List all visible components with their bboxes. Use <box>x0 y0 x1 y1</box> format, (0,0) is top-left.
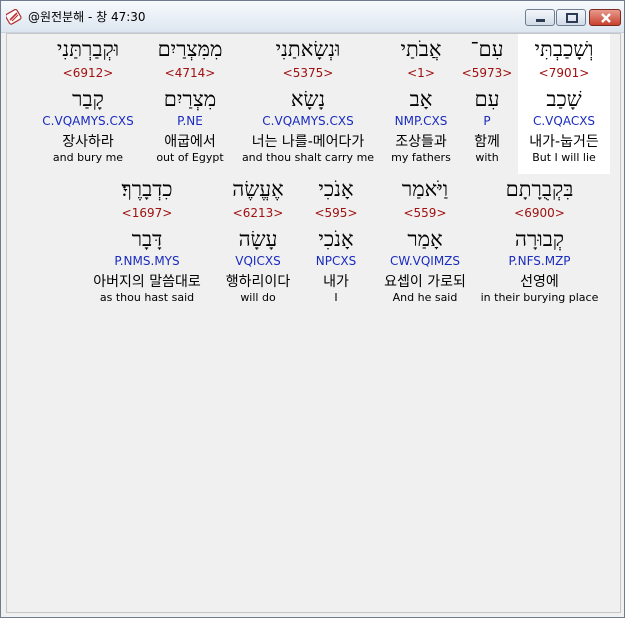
word-cell[interactable]: וּקְבַרְתַּנִי <6912> קָבַר C.VQAMYS.CXS… <box>37 34 139 174</box>
hebrew-lemma: קְבוּרָה <box>514 227 565 251</box>
korean-gloss: 선영에 <box>520 274 559 290</box>
word-cell[interactable]: בִּקְבֻרָתָם <6900> קְבוּרָה P.NFS.MZP 선… <box>477 174 602 314</box>
word-cell[interactable]: וַיֹּאמַר <559> אָמַר CW.VQIMZS 요셉이 가로되 … <box>379 174 471 314</box>
close-icon <box>601 13 611 23</box>
maximize-button[interactable] <box>556 9 586 26</box>
strong-number[interactable]: <559> <box>379 206 471 220</box>
hebrew-word: בִּקְבֻרָתָם <box>505 177 574 201</box>
hebrew-lemma: אָמַר <box>407 227 443 251</box>
hebrew-word: עִם־ <box>470 37 504 61</box>
morphology-code: C.VQACXS <box>532 114 596 128</box>
morphology-code: C.VQAMYS.CXS <box>262 114 354 128</box>
word-cell[interactable]: אֶעֱשֶׂה <6213> עָשָׂה VQICXS 행하리이다 will… <box>213 174 303 314</box>
hebrew-word: מִמִּצְרַיִם <box>157 37 223 61</box>
word-cell[interactable]: עִם־ <5973> עִם P 함께 with <box>461 34 513 174</box>
korean-gloss: 요셉이 가로되 <box>384 274 466 290</box>
strong-number[interactable]: <5375> <box>239 66 377 80</box>
korean-gloss: 함께 <box>474 134 500 150</box>
english-gloss: will do <box>240 291 276 304</box>
korean-gloss: 아버지의 말씀대로 <box>93 274 201 290</box>
english-gloss: and bury me <box>52 151 124 164</box>
hebrew-lemma: דָּבָר <box>131 227 163 251</box>
word-cell[interactable]: מִמִּצְרַיִם <4714> מִצְרַיִם P.NE 애굽에서 … <box>145 34 235 174</box>
english-gloss: in their burying place <box>480 291 599 304</box>
korean-gloss: 애굽에서 <box>164 134 216 150</box>
minimize-button[interactable] <box>525 9 555 26</box>
hebrew-word: וּקְבַרְתַּנִי <box>56 37 120 61</box>
hebrew-word: אֶעֱשֶׂה <box>232 177 284 201</box>
english-gloss: as thou hast said <box>99 291 195 304</box>
korean-gloss: 내가 <box>323 274 349 290</box>
title-bar[interactable]: @원전분해 - 창 47:30 <box>1 1 624 33</box>
strong-number[interactable]: <1697> <box>81 206 213 220</box>
hebrew-lemma: שָׁכַב <box>546 87 582 111</box>
english-gloss: and thou shalt carry me <box>241 151 375 164</box>
hebrew-word: וְשָׁכַבְתִּי <box>534 37 594 61</box>
english-gloss: But I will lie <box>532 151 596 164</box>
morphology-code: NPCXS <box>315 254 357 268</box>
strong-number[interactable]: <6213> <box>213 206 303 220</box>
hebrew-word: וּנְשָׂאתַנִי <box>275 37 341 61</box>
word-cell[interactable]: אָנֹכִי <595> אָנֹכִי NPCXS 내가 I <box>305 174 367 314</box>
strong-number[interactable]: <1> <box>382 66 460 80</box>
hebrew-lemma: אָב <box>409 87 433 111</box>
word-cell[interactable]: אֲבֹתַי <1> אָב NMP.CXS 조상들과 my fathers <box>382 34 460 174</box>
strong-number[interactable]: <595> <box>305 206 367 220</box>
word-cell[interactable]: כִדְבָרֶךָ׃ <1697> דָּבָר P.NMS.MYS 아버지의… <box>81 174 213 314</box>
morphology-code: CW.VQIMZS <box>389 254 461 268</box>
app-window: @원전분해 - 창 47:30 וְשָׁכַבְתִּי <7901> שָׁ… <box>0 0 625 618</box>
verse-analysis-panel[interactable]: וְשָׁכַבְתִּי <7901> שָׁכַב C.VQACXS 내가-… <box>6 33 621 613</box>
english-gloss: I <box>334 291 338 304</box>
hebrew-word: כִדְבָרֶךָ׃ <box>121 177 173 201</box>
hebrew-lemma: עָשָׂה <box>238 227 278 251</box>
verse-row: בִּקְבֻרָתָם <6900> קְבוּרָה P.NFS.MZP 선… <box>7 174 620 314</box>
korean-gloss: 조상들과 <box>395 134 447 150</box>
morphology-code: C.VQAMYS.CXS <box>42 114 134 128</box>
strong-number[interactable]: <7901> <box>518 66 610 80</box>
korean-gloss: 너는 나를-메어다가 <box>251 134 365 150</box>
korean-gloss: 내가-눕거든 <box>529 134 599 150</box>
hebrew-lemma: מִצְרַיִם <box>163 87 217 111</box>
strong-number[interactable]: <4714> <box>145 66 235 80</box>
english-gloss: out of Egypt <box>156 151 224 164</box>
strong-number[interactable]: <5973> <box>461 66 513 80</box>
hebrew-lemma: קָבַר <box>72 87 104 111</box>
english-gloss: with <box>475 151 499 164</box>
strong-number[interactable]: <6912> <box>37 66 139 80</box>
english-gloss: my fathers <box>391 151 451 164</box>
hebrew-word: אָנֹכִי <box>318 177 354 201</box>
morphology-code: P <box>483 114 491 128</box>
word-cell[interactable]: וּנְשָׂאתַנִי <5375> נָשָׂא C.VQAMYS.CXS… <box>239 34 377 174</box>
korean-gloss: 행하리이다 <box>225 274 291 290</box>
word-cell[interactable]: וְשָׁכַבְתִּי <7901> שָׁכַב C.VQACXS 내가-… <box>518 34 610 174</box>
hebrew-lemma: נָשָׂא <box>290 87 326 111</box>
minimize-icon <box>536 19 545 22</box>
morphology-code: P.NE <box>177 114 203 128</box>
hebrew-lemma: עִם <box>474 87 500 111</box>
korean-gloss: 장사하라 <box>62 134 114 150</box>
window-title: @원전분해 - 창 47:30 <box>28 10 146 24</box>
hebrew-word: וַיֹּאמַר <box>401 177 449 201</box>
morphology-code: P.NFS.MZP <box>508 254 571 268</box>
morphology-code: P.NMS.MYS <box>114 254 180 268</box>
hebrew-lemma: אָנֹכִי <box>318 227 354 251</box>
maximize-icon <box>566 13 578 23</box>
verse-row: וְשָׁכַבְתִּי <7901> שָׁכַב C.VQACXS 내가-… <box>7 34 620 174</box>
close-button[interactable] <box>589 9 621 26</box>
app-icon[interactable] <box>5 8 22 25</box>
morphology-code: VQICXS <box>235 254 281 268</box>
hebrew-word: אֲבֹתַי <box>400 37 442 61</box>
morphology-code: NMP.CXS <box>394 114 448 128</box>
strong-number[interactable]: <6900> <box>477 206 602 220</box>
english-gloss: And he said <box>392 291 458 304</box>
